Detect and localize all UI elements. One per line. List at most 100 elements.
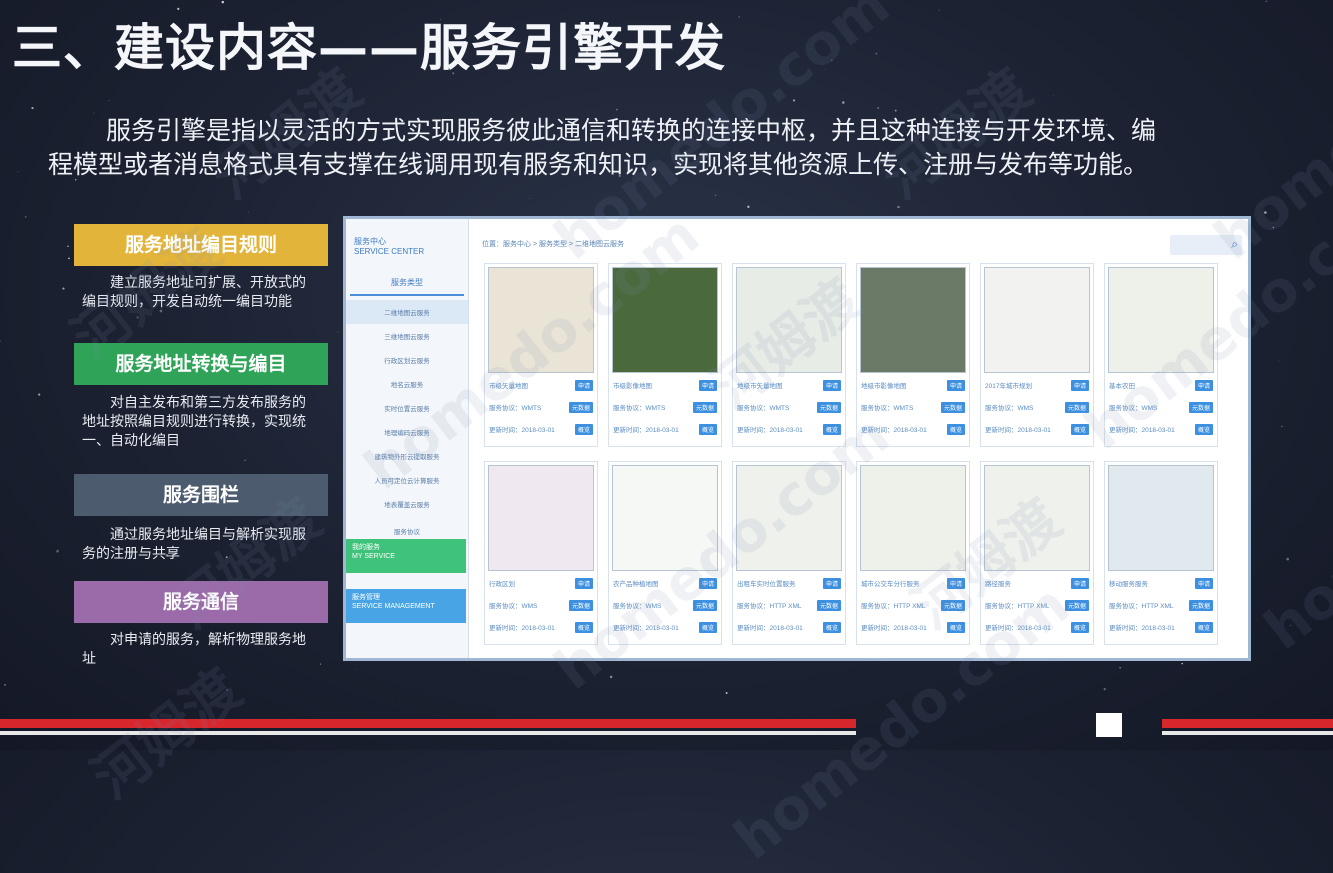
breadcrumb: 位置：服务中心 > 服务类型 > 二维地图云服务 — [482, 241, 624, 248]
map-thumbnail[interactable] — [984, 465, 1090, 571]
apply-button[interactable]: 申请 — [1194, 380, 1213, 391]
apply-button[interactable]: 申请 — [574, 380, 593, 391]
overview-button[interactable]: 概览 — [1070, 622, 1089, 633]
map-thumbnail[interactable] — [488, 465, 594, 571]
star — [226, 689, 228, 691]
overview-button[interactable]: 概览 — [698, 424, 717, 435]
overview-button[interactable]: 概览 — [946, 622, 965, 633]
service-tile[interactable]: 城市公交车分行服务 申请 服务协议：HTTP XML 元数据 更新时间：2018-03-… — [856, 461, 970, 645]
metadata-button[interactable]: 元数据 — [692, 402, 717, 413]
footer-white-bar-right — [1162, 731, 1333, 735]
sidebar-service-management[interactable]: 服务管理 SERVICE MANAGEMENT — [346, 589, 466, 623]
map-thumbnail[interactable] — [860, 267, 966, 373]
metadata-button[interactable]: 元数据 — [1064, 600, 1089, 611]
search-icon[interactable]: ⌕ — [1231, 237, 1238, 252]
service-tile[interactable]: 基本农田 申请 服务协议：WMS 元数据 更新时间：2018-03-01 概览 — [1104, 263, 1218, 447]
map-thumbnail[interactable] — [488, 267, 594, 373]
card-title-address-conversion: 服务地址转换与编目 — [74, 343, 328, 385]
star — [792, 99, 796, 102]
service-tile[interactable]: 地级市矢量地图 申请 服务协议：WMTS 元数据 更新时间：2018-03-01 概览 — [732, 263, 846, 447]
metadata-button[interactable]: 元数据 — [1188, 402, 1213, 413]
service-tile[interactable]: 农产品种植地图 申请 服务协议：WMS 元数据 更新时间：2018-03-01 概览 — [608, 461, 722, 645]
sidebar-item[interactable]: 三维地图云服务 — [346, 324, 468, 348]
apply-button[interactable]: 申请 — [822, 578, 841, 589]
overview-button[interactable]: 概览 — [1194, 622, 1213, 633]
apply-button[interactable]: 申请 — [1070, 578, 1089, 589]
sidebar-item[interactable]: 地名云服务 — [346, 372, 468, 396]
tile-protocol: 服务协议：WMS — [489, 603, 538, 610]
tile-name: 地级市矢量地图 — [737, 383, 783, 390]
star — [1053, 95, 1055, 97]
metadata-button[interactable]: 元数据 — [816, 600, 841, 611]
sidebar-tab-service-type[interactable]: 服务类型 — [350, 271, 464, 296]
service-tile[interactable]: 移动服务服务 申请服务协议：HTTP XML 元数据更新时间：2018-03-01 概… — [1104, 461, 1218, 645]
sidebar-item[interactable]: 地表覆盖云服务 — [346, 492, 468, 516]
overview-button[interactable]: 概览 — [698, 622, 717, 633]
overview-button[interactable]: 概览 — [574, 424, 593, 435]
star — [4, 683, 6, 686]
map-thumbnail[interactable] — [612, 267, 718, 373]
overview-button[interactable]: 概览 — [822, 622, 841, 633]
tile-update-time: 更新时间：2018-03-01 — [613, 427, 679, 434]
star — [725, 692, 728, 694]
apply-button[interactable]: 申请 — [574, 578, 593, 589]
service-tile[interactable]: 市级矢量地图 申请 服务协议：WMTS 元数据 更新时间：2018-03-01 概览 — [484, 263, 598, 447]
map-thumbnail[interactable] — [736, 465, 842, 571]
metadata-button[interactable]: 元数据 — [692, 600, 717, 611]
sidebar-item[interactable]: 行政区划云服务 — [346, 348, 468, 372]
service-tile[interactable]: 出租车实时位置服务 申请 服务协议：HTTP XML 元数据 更新时间：2018-03-… — [732, 461, 846, 645]
sidebar-item[interactable]: 建筑物外形云提取服务 — [346, 444, 468, 468]
tile-update-time: 更新时间：2018-03-01 — [613, 625, 679, 632]
overview-button[interactable]: 概览 — [1070, 424, 1089, 435]
tile-protocol: 服务协议：WMS — [985, 405, 1034, 412]
map-thumbnail[interactable] — [984, 267, 1090, 373]
sidebar-item[interactable]: 实时位置云服务 — [346, 396, 468, 420]
sidebar-my-service[interactable]: 我的服务 MY SERVICE — [346, 539, 466, 573]
metadata-button[interactable]: 元数据 — [1064, 402, 1089, 413]
metadata-button[interactable]: 元数据 — [1188, 600, 1213, 611]
map-thumbnail[interactable] — [1108, 267, 1214, 373]
card-title-catalog-rules: 服务地址编目规则 — [74, 224, 328, 266]
overview-button[interactable]: 概览 — [946, 424, 965, 435]
tile-name: 市级影像地图 — [613, 383, 652, 390]
service-tile[interactable]: 2017年城市规划 申请 服务协议：WMS 元数据 更新时间：2018-03-01 概览 — [980, 263, 1094, 447]
sidebar-item[interactable]: 人员可定位云计算服务 — [346, 468, 468, 492]
apply-button[interactable]: 申请 — [822, 380, 841, 391]
sidebar-item[interactable]: 地理编码云服务 — [346, 420, 468, 444]
search-input[interactable]: ⌕ — [1170, 235, 1242, 255]
service-tile[interactable]: 市级影像地图 申请 服务协议：WMTS 元数据 更新时间：2018-03-01 概览 — [608, 263, 722, 447]
overview-button[interactable]: 概览 — [822, 424, 841, 435]
map-thumbnail[interactable] — [1108, 465, 1214, 571]
page-title: 三、建设内容——服务引擎开发 — [12, 19, 726, 77]
apply-button[interactable]: 申请 — [698, 578, 717, 589]
apply-button[interactable]: 申请 — [946, 578, 965, 589]
star — [1265, 0, 1267, 2]
metadata-button[interactable]: 元数据 — [816, 402, 841, 413]
overview-button[interactable]: 概览 — [1194, 424, 1213, 435]
map-thumbnail[interactable] — [736, 267, 842, 373]
sidebar-item-protocol[interactable]: 服务协议 — [346, 526, 468, 536]
my-service-label-en: MY SERVICE — [352, 553, 395, 560]
apply-button[interactable]: 申请 — [1194, 578, 1213, 589]
sidebar-header: 服务中心 SERVICE CENTER — [346, 219, 468, 263]
star — [17, 171, 19, 173]
metadata-button[interactable]: 元数据 — [940, 402, 965, 413]
apply-button[interactable]: 申请 — [946, 380, 965, 391]
map-thumbnail[interactable] — [860, 465, 966, 571]
tile-name: 移动服务服务 — [1109, 581, 1148, 588]
overview-button[interactable]: 概览 — [574, 622, 593, 633]
service-tile[interactable]: 路径服务 申请 服务协议：HTTP XML 元数据 更新时间：2018-03-01 概览 — [980, 461, 1094, 645]
sidebar-item[interactable]: 二维地图云服务 — [346, 300, 468, 324]
tile-update-time: 更新时间：2018-03-01 — [1109, 625, 1175, 632]
tile-name: 路径服务 — [985, 581, 1011, 588]
service-tile[interactable]: 地级市影像地图 申请 服务协议：WMTS 元数据 更新时间：2018-03-01 概览 — [856, 263, 970, 447]
map-thumbnail[interactable] — [612, 465, 718, 571]
apply-button[interactable]: 申请 — [698, 380, 717, 391]
metadata-button[interactable]: 元数据 — [568, 402, 593, 413]
service-tile[interactable]: 行政区划 申请 服务协议：WMS 元数据 更新时间：2018-03-01 概览 — [484, 461, 598, 645]
metadata-button[interactable]: 元数据 — [940, 600, 965, 611]
star — [221, 0, 225, 4]
tile-protocol: 服务协议：HTTP XML — [1109, 603, 1174, 610]
apply-button[interactable]: 申请 — [1070, 380, 1089, 391]
metadata-button[interactable]: 元数据 — [568, 600, 593, 611]
